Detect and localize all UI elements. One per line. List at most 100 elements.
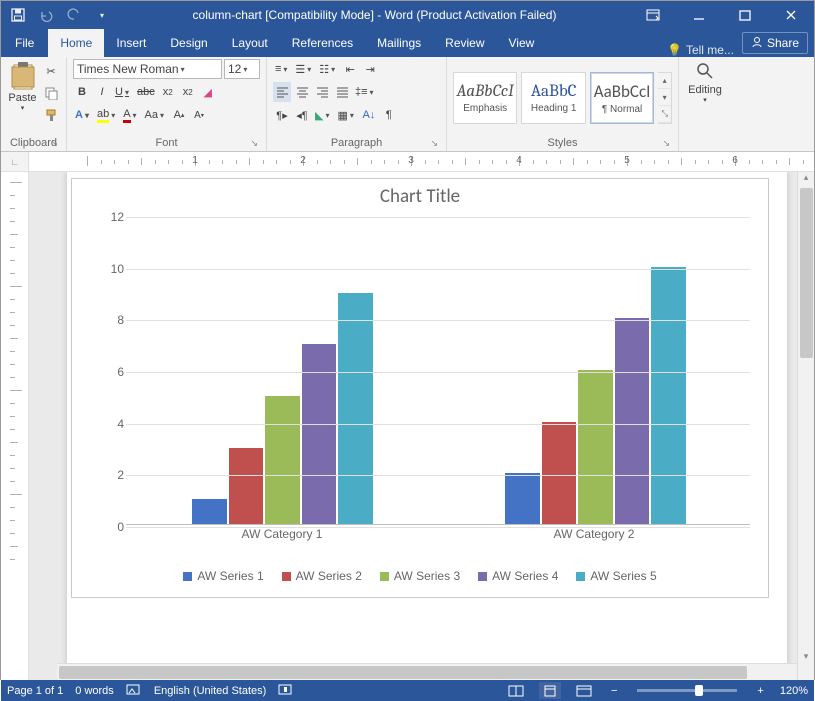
ribbon: Paste ▾ ✂ Clipboard↘ Times New Roman▾ 12… (1, 57, 814, 152)
web-layout-button[interactable] (573, 682, 595, 699)
highlight-button[interactable]: ab▾ (95, 105, 119, 125)
text-effects-button[interactable]: A▾ (73, 105, 93, 125)
numbering-button[interactable]: ☰▾ (293, 59, 315, 79)
change-case-button[interactable]: Aa▾ (143, 105, 168, 125)
legend-entry: AW Series 4 (478, 569, 558, 583)
bar (192, 499, 226, 525)
lightbulb-icon: 💡 (667, 43, 682, 57)
grow-font-button[interactable]: A▴ (170, 105, 188, 125)
vertical-scrollbar[interactable]: ▴ ▾ (797, 172, 814, 680)
style-heading1[interactable]: AaBbCHeading 1 (521, 72, 585, 124)
underline-button[interactable]: U▾ (113, 82, 133, 102)
tab-selector[interactable]: ∟ (1, 152, 29, 171)
tell-me[interactable]: 💡Tell me... (659, 43, 742, 57)
borders-button[interactable]: ▦▾ (335, 105, 357, 125)
subscript-button[interactable]: x2 (159, 82, 177, 102)
maximize-icon[interactable] (722, 1, 768, 29)
x-axis-line (126, 524, 750, 525)
tab-mailings[interactable]: Mailings (365, 29, 433, 57)
styles-launcher[interactable]: ↘ (662, 138, 670, 149)
share-button[interactable]: Share (742, 32, 808, 54)
document-area: Chart Title 024681012 AW Category 1AW Ca… (1, 172, 814, 680)
cut-button[interactable]: ✂ (42, 61, 60, 81)
minimize-icon[interactable] (676, 1, 722, 29)
plot-area (126, 217, 750, 525)
horizontal-scrollbar[interactable] (57, 663, 797, 680)
redo-icon[interactable] (63, 4, 85, 26)
align-center-icon (296, 87, 309, 98)
zoom-in-button[interactable]: + (753, 685, 767, 697)
chart-legend: AW Series 1AW Series 2AW Series 3AW Seri… (72, 569, 768, 583)
style-emphasis[interactable]: AaBbCcIEmphasis (453, 72, 517, 124)
paragraph-launcher[interactable]: ↘ (430, 138, 438, 149)
window-title: column-chart [Compatibility Mode] - Word… (119, 8, 630, 22)
read-mode-button[interactable] (505, 682, 527, 699)
shading-button[interactable]: ◣▾ (313, 105, 333, 125)
paste-button[interactable]: Paste ▾ (7, 59, 38, 112)
tab-design[interactable]: Design (158, 29, 219, 57)
legend-entry: AW Series 2 (282, 569, 362, 583)
align-left-button[interactable] (273, 82, 291, 102)
close-icon[interactable] (768, 1, 814, 29)
language-indicator[interactable]: English (United States) (154, 685, 267, 697)
tab-layout[interactable]: Layout (220, 29, 280, 57)
page-indicator[interactable]: Page 1 of 1 (7, 685, 63, 697)
macro-icon[interactable] (278, 683, 292, 699)
tab-insert[interactable]: Insert (104, 29, 158, 57)
copy-button[interactable] (42, 83, 60, 103)
rtl-button[interactable]: ◂¶ (293, 105, 311, 125)
ribbon-options-icon[interactable] (630, 1, 676, 29)
zoom-slider[interactable] (637, 689, 737, 692)
tab-references[interactable]: References (280, 29, 365, 57)
styles-more[interactable]: ▴▾⤡ (658, 72, 672, 124)
highlight-icon: ab (97, 108, 109, 123)
qat-customize-icon[interactable]: ▾ (91, 4, 113, 26)
font-color-button[interactable]: A▾ (121, 105, 140, 125)
undo-icon[interactable] (35, 4, 57, 26)
clipboard-launcher[interactable]: ↘ (50, 138, 58, 149)
zoom-out-button[interactable]: − (607, 685, 621, 697)
clear-formatting-button[interactable]: ◢ (199, 82, 217, 102)
strikethrough-button[interactable]: abc (135, 82, 157, 102)
tab-review[interactable]: Review (433, 29, 496, 57)
tab-file[interactable]: File (1, 29, 48, 57)
tab-view[interactable]: View (497, 29, 547, 57)
bold-button[interactable]: B (73, 82, 91, 102)
line-spacing-button[interactable]: ‡≡▾ (353, 82, 378, 102)
font-size-select[interactable]: 12▾ (224, 59, 260, 79)
print-layout-button[interactable] (539, 682, 561, 699)
indent-icon: ⇥ (366, 63, 375, 76)
vertical-ruler[interactable] (1, 172, 29, 680)
spellcheck-icon[interactable] (126, 683, 142, 699)
save-icon[interactable] (7, 4, 29, 26)
align-right-button[interactable] (313, 82, 331, 102)
editing-button[interactable]: Editing ▾ (685, 59, 725, 104)
justify-icon (336, 87, 349, 98)
align-center-button[interactable] (293, 82, 311, 102)
font-name-select[interactable]: Times New Roman▾ (73, 59, 222, 79)
word-count[interactable]: 0 words (75, 685, 114, 697)
styles-label: Styles (548, 137, 578, 149)
format-painter-button[interactable] (42, 105, 60, 125)
superscript-button[interactable]: x2 (179, 82, 197, 102)
tab-home[interactable]: Home (48, 29, 104, 57)
ltr-button[interactable]: ¶▸ (273, 105, 291, 125)
style-normal[interactable]: AaBbCcI¶ Normal (590, 72, 654, 124)
italic-button[interactable]: I (93, 82, 111, 102)
zoom-level[interactable]: 120% (780, 685, 808, 697)
status-bar: Page 1 of 1 0 words English (United Stat… (1, 680, 814, 701)
horizontal-ruler[interactable]: ∟ 123456 (1, 152, 814, 172)
bar (615, 318, 649, 525)
multilevel-button[interactable]: ☷▾ (317, 59, 339, 79)
sort-button[interactable]: A↓ (360, 105, 378, 125)
decrease-indent-button[interactable]: ⇤ (341, 59, 359, 79)
shrink-font-button[interactable]: A▾ (190, 105, 208, 125)
font-launcher[interactable]: ↘ (250, 138, 258, 149)
show-marks-button[interactable]: ¶ (380, 105, 398, 125)
bullets-button[interactable]: ≡▾ (273, 59, 291, 79)
increase-indent-button[interactable]: ⇥ (361, 59, 379, 79)
justify-button[interactable] (333, 82, 351, 102)
group-font: Times New Roman▾ 12▾ B I U▾ abc x2 x2 ◢ … (67, 57, 267, 151)
paragraph-label: Paragraph (331, 137, 382, 149)
chart-object[interactable]: Chart Title 024681012 AW Category 1AW Ca… (71, 178, 769, 598)
